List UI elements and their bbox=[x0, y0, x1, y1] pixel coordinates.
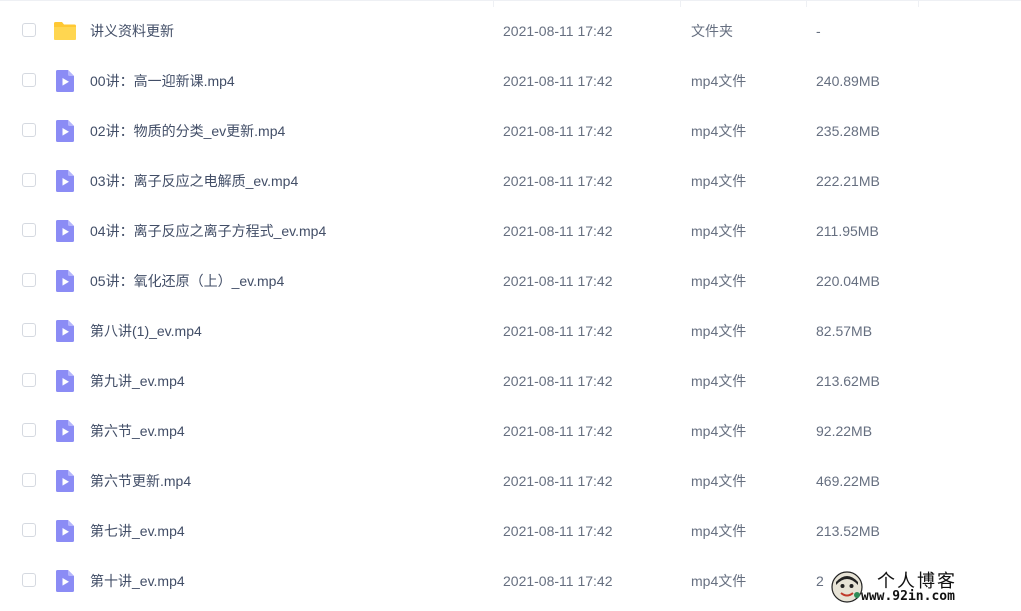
file-type: mp4文件 bbox=[691, 223, 747, 239]
video-file-icon bbox=[56, 370, 74, 392]
file-type: mp4文件 bbox=[691, 523, 747, 539]
file-modified-date: 2021-08-11 17:42 bbox=[503, 473, 613, 489]
row-checkbox[interactable] bbox=[22, 523, 36, 537]
row-checkbox[interactable] bbox=[22, 73, 36, 87]
blog-watermark: 个人博客 www.92in.com bbox=[825, 567, 1015, 607]
row-checkbox[interactable] bbox=[22, 423, 36, 437]
file-name[interactable]: 第九讲_ev.mp4 bbox=[90, 371, 185, 391]
file-type: mp4文件 bbox=[691, 173, 747, 189]
row-checkbox[interactable] bbox=[22, 323, 36, 337]
file-name[interactable]: 第八讲(1)_ev.mp4 bbox=[90, 321, 202, 341]
file-row[interactable]: 05讲：氧化还原（上）_ev.mp4 2021-08-11 17:42 mp4文件 2… bbox=[0, 256, 1021, 306]
file-list: 讲义资料更新 2021-08-11 17:42 文件夹 - 00讲：高一迎新课.mp4 2… bbox=[0, 6, 1021, 606]
file-modified-date: 2021-08-11 17:42 bbox=[503, 423, 613, 439]
file-size: 2 bbox=[816, 573, 824, 589]
row-checkbox[interactable] bbox=[22, 173, 36, 187]
row-checkbox[interactable] bbox=[22, 123, 36, 137]
file-name[interactable]: 04讲：离子反应之离子方程式_ev.mp4 bbox=[90, 221, 326, 241]
watermark-url: www.92in.com bbox=[861, 589, 955, 604]
file-modified-date: 2021-08-11 17:42 bbox=[503, 73, 613, 89]
file-modified-date: 2021-08-11 17:42 bbox=[503, 573, 613, 589]
file-name[interactable]: 05讲：氧化还原（上）_ev.mp4 bbox=[90, 271, 284, 291]
file-size: 222.21MB bbox=[816, 173, 880, 189]
file-name[interactable]: 第十讲_ev.mp4 bbox=[90, 571, 185, 591]
file-size: 92.22MB bbox=[816, 423, 873, 439]
file-row[interactable]: 第六节_ev.mp4 2021-08-11 17:42 mp4文件 92.22MB bbox=[0, 406, 1021, 456]
file-row[interactable]: 第七讲_ev.mp4 2021-08-11 17:42 mp4文件 213.52MB bbox=[0, 506, 1021, 556]
file-name[interactable]: 03讲：离子反应之电解质_ev.mp4 bbox=[90, 171, 298, 191]
file-type: mp4文件 bbox=[691, 573, 747, 589]
video-file-icon bbox=[56, 520, 74, 542]
row-checkbox[interactable] bbox=[22, 373, 36, 387]
file-type: mp4文件 bbox=[691, 423, 747, 439]
row-checkbox[interactable] bbox=[22, 273, 36, 287]
file-size: 469.22MB bbox=[816, 473, 880, 489]
video-file-icon bbox=[56, 120, 74, 142]
video-file-icon bbox=[56, 570, 74, 592]
video-file-icon bbox=[56, 320, 74, 342]
file-row[interactable]: 第九讲_ev.mp4 2021-08-11 17:42 mp4文件 213.62MB bbox=[0, 356, 1021, 406]
video-file-icon bbox=[56, 270, 74, 292]
file-row[interactable]: 第八讲(1)_ev.mp4 2021-08-11 17:42 mp4文件 82.57M… bbox=[0, 306, 1021, 356]
file-row[interactable]: 04讲：离子反应之离子方程式_ev.mp4 2021-08-11 17:42 mp4… bbox=[0, 206, 1021, 256]
file-size: 82.57MB bbox=[816, 323, 873, 339]
file-type: mp4文件 bbox=[691, 273, 747, 289]
file-type: mp4文件 bbox=[691, 473, 747, 489]
file-browser: 讲义资料更新 2021-08-11 17:42 文件夹 - 00讲：高一迎新课.mp4 2… bbox=[0, 0, 1021, 611]
video-file-icon bbox=[56, 70, 74, 92]
video-file-icon bbox=[56, 470, 74, 492]
file-row[interactable]: 讲义资料更新 2021-08-11 17:42 文件夹 - bbox=[0, 6, 1021, 56]
avatar-logo-icon bbox=[831, 571, 863, 603]
file-modified-date: 2021-08-11 17:42 bbox=[503, 223, 613, 239]
file-name[interactable]: 第六节更新.mp4 bbox=[90, 471, 191, 491]
file-modified-date: 2021-08-11 17:42 bbox=[503, 173, 613, 189]
file-size: 213.62MB bbox=[816, 373, 880, 389]
file-type: mp4文件 bbox=[691, 323, 747, 339]
video-file-icon bbox=[56, 220, 74, 242]
video-file-icon bbox=[56, 420, 74, 442]
file-type: mp4文件 bbox=[691, 373, 747, 389]
file-row[interactable]: 03讲：离子反应之电解质_ev.mp4 2021-08-11 17:42 mp4文件… bbox=[0, 156, 1021, 206]
file-name[interactable]: 第六节_ev.mp4 bbox=[90, 421, 185, 441]
file-name[interactable]: 00讲：高一迎新课.mp4 bbox=[90, 71, 235, 91]
file-type: mp4文件 bbox=[691, 73, 747, 89]
file-row[interactable]: 第六节更新.mp4 2021-08-11 17:42 mp4文件 469.22MB bbox=[0, 456, 1021, 506]
file-size: - bbox=[816, 23, 821, 39]
file-size: 213.52MB bbox=[816, 523, 880, 539]
row-checkbox[interactable] bbox=[22, 223, 36, 237]
row-checkbox[interactable] bbox=[22, 473, 36, 487]
file-modified-date: 2021-08-11 17:42 bbox=[503, 523, 613, 539]
file-size: 235.28MB bbox=[816, 123, 880, 139]
file-name[interactable]: 第七讲_ev.mp4 bbox=[90, 521, 185, 541]
file-name[interactable]: 02讲：物质的分类_ev更新.mp4 bbox=[90, 121, 285, 141]
file-modified-date: 2021-08-11 17:42 bbox=[503, 123, 613, 139]
file-size: 211.95MB bbox=[816, 223, 879, 239]
file-type: mp4文件 bbox=[691, 123, 747, 139]
video-file-icon bbox=[56, 170, 74, 192]
file-name[interactable]: 讲义资料更新 bbox=[90, 21, 174, 41]
file-modified-date: 2021-08-11 17:42 bbox=[503, 373, 613, 389]
file-row[interactable]: 00讲：高一迎新课.mp4 2021-08-11 17:42 mp4文件 240.89… bbox=[0, 56, 1021, 106]
file-modified-date: 2021-08-11 17:42 bbox=[503, 23, 613, 39]
row-checkbox[interactable] bbox=[22, 23, 36, 37]
file-row[interactable]: 02讲：物质的分类_ev更新.mp4 2021-08-11 17:42 mp4文件 2… bbox=[0, 106, 1021, 156]
file-size: 240.89MB bbox=[816, 73, 880, 89]
file-modified-date: 2021-08-11 17:42 bbox=[503, 323, 613, 339]
row-checkbox[interactable] bbox=[22, 573, 36, 587]
folder-icon bbox=[54, 22, 76, 40]
file-modified-date: 2021-08-11 17:42 bbox=[503, 273, 613, 289]
file-type: 文件夹 bbox=[691, 23, 733, 39]
file-size: 220.04MB bbox=[816, 273, 880, 289]
